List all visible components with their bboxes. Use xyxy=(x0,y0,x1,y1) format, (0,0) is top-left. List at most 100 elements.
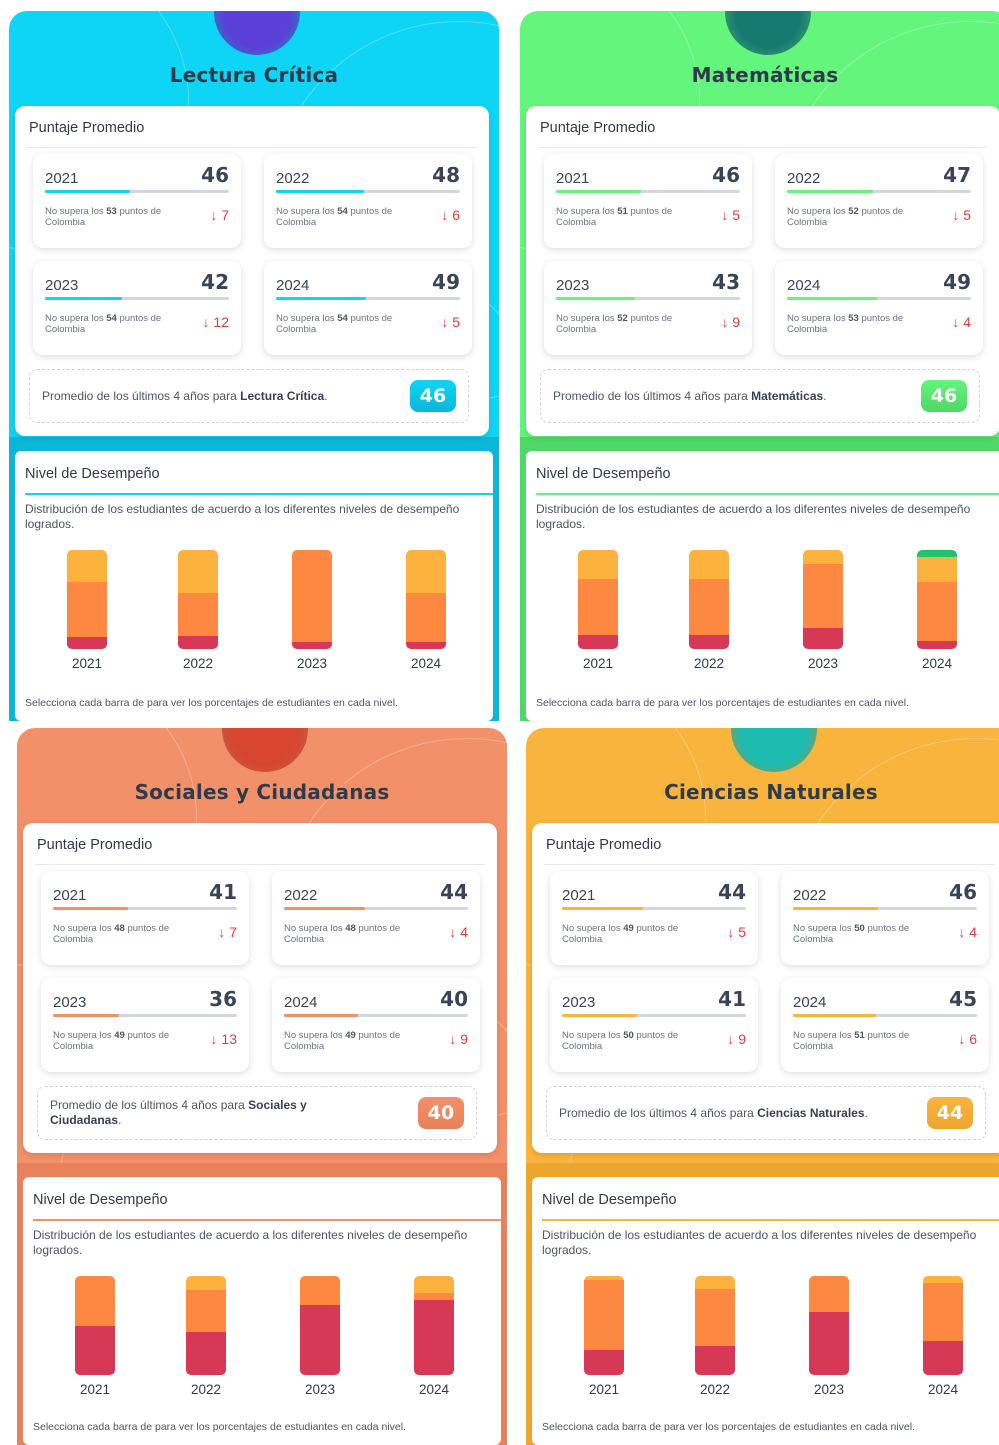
performance-bar-2024[interactable] xyxy=(923,1276,963,1375)
average-score: 46 xyxy=(201,163,229,187)
performance-level-segment[interactable] xyxy=(578,550,618,579)
performance-level-segment[interactable] xyxy=(414,1292,454,1300)
performance-level-segment[interactable] xyxy=(917,581,957,642)
performance-bar-2024[interactable] xyxy=(917,550,957,649)
year-score-card[interactable]: 2022 48 No supera los 54 puntos de Colombi… xyxy=(264,154,472,248)
performance-level-segment[interactable] xyxy=(803,628,843,649)
performance-level-segment[interactable] xyxy=(178,592,218,637)
year-label: 2022 xyxy=(793,887,827,904)
bar-year-label: 2024 xyxy=(418,1382,450,1397)
performance-level-segment[interactable] xyxy=(689,550,729,579)
score-card: Puntaje Promedio 2021 44 No supera los 49 p… xyxy=(532,823,999,1153)
average-score: 49 xyxy=(943,270,971,294)
performance-level-segment[interactable] xyxy=(917,641,957,649)
performance-bar-2022[interactable] xyxy=(689,550,729,649)
year-score-card[interactable]: 2024 40 No supera los 49 puntos de Colombi… xyxy=(272,978,480,1072)
colombia-comparison: No supera los 54 puntos de Colombia xyxy=(276,206,424,228)
average-subject-name: Lectura Crítica xyxy=(240,388,325,403)
performance-level-segment[interactable] xyxy=(689,635,729,649)
performance-level-segment[interactable] xyxy=(406,592,446,643)
year-score-card[interactable]: 2024 49 No supera los 53 puntos de Colombi… xyxy=(775,261,983,355)
average-text: Promedio de los últimos 4 años para Cien… xyxy=(559,1105,868,1120)
year-score-card[interactable]: 2022 46 No supera los 50 puntos de Colombi… xyxy=(781,871,989,965)
performance-level-segment[interactable] xyxy=(186,1289,226,1333)
performance-level-segment[interactable] xyxy=(578,578,618,636)
performance-level-segment[interactable] xyxy=(186,1332,226,1375)
performance-level-segment[interactable] xyxy=(689,578,729,636)
performance-level-segment[interactable] xyxy=(406,550,446,593)
performance-level-segment[interactable] xyxy=(300,1276,340,1305)
performance-level-segment[interactable] xyxy=(186,1276,226,1290)
comparison-prefix: No supera los xyxy=(45,206,104,217)
performance-level-segment[interactable] xyxy=(178,636,218,649)
performance-level-segment[interactable] xyxy=(695,1288,735,1347)
performance-bar-2021[interactable] xyxy=(578,550,618,649)
year-score-card[interactable]: 2022 44 No supera los 48 puntos de Colombi… xyxy=(272,871,480,965)
performance-level-segment[interactable] xyxy=(695,1276,735,1289)
performance-bar-2024[interactable] xyxy=(414,1276,454,1375)
average-prefix: Promedio de los últimos 4 años para xyxy=(553,388,748,403)
performance-level-segment[interactable] xyxy=(809,1311,849,1375)
performance-bar-2023[interactable] xyxy=(809,1276,849,1375)
year-score-card[interactable]: 2021 41 No supera los 48 puntos de Colombi… xyxy=(41,871,249,965)
performance-level-segment[interactable] xyxy=(67,637,107,649)
performance-level-segment[interactable] xyxy=(923,1341,963,1375)
score-gap: ↓ 7 xyxy=(218,924,237,940)
performance-level-segment[interactable] xyxy=(803,563,843,629)
year-score-card[interactable]: 2021 46 No supera los 51 puntos de Colombi… xyxy=(544,154,752,248)
performance-level-segment[interactable] xyxy=(923,1282,963,1342)
performance-bar-2023[interactable] xyxy=(292,550,332,649)
performance-level-segment[interactable] xyxy=(300,1304,340,1375)
performance-bar-2022[interactable] xyxy=(695,1276,735,1375)
comparison-prefix: No supera los xyxy=(562,1030,621,1041)
performance-bar-2024[interactable] xyxy=(406,550,446,649)
year-score-card[interactable]: 2023 41 No supera los 50 puntos de Colombi… xyxy=(550,978,758,1072)
performance-level-segment[interactable] xyxy=(67,581,107,638)
performance-level-segment[interactable] xyxy=(923,1276,963,1283)
performance-level-segment[interactable] xyxy=(917,556,957,582)
year-score-card[interactable]: 2024 49 No supera los 54 puntos de Colombi… xyxy=(264,261,472,355)
performance-level-card: Nivel de Desempeño Distribución de los es… xyxy=(15,451,493,721)
year-score-card[interactable]: 2021 44 No supera los 49 puntos de Colombi… xyxy=(550,871,758,965)
performance-description: Distribución de los estudiantes de acuer… xyxy=(542,1228,977,1257)
four-year-average: Promedio de los últimos 4 años para Lect… xyxy=(29,369,469,423)
year-score-card[interactable]: 2023 42 No supera los 54 puntos de Colombi… xyxy=(33,261,241,355)
divider xyxy=(538,147,988,148)
performance-bar-2021[interactable] xyxy=(67,550,107,649)
performance-bar-2023[interactable] xyxy=(803,550,843,649)
performance-level-segment[interactable] xyxy=(178,550,218,593)
performance-level-segment[interactable] xyxy=(414,1276,454,1293)
performance-bar-2022[interactable] xyxy=(186,1276,226,1375)
score-progress-fill xyxy=(793,907,878,910)
performance-bar-2022[interactable] xyxy=(178,550,218,649)
year-score-card[interactable]: 2024 45 No supera los 51 puntos de Colombi… xyxy=(781,978,989,1072)
performance-level-segment[interactable] xyxy=(803,550,843,564)
performance-level-segment[interactable] xyxy=(292,642,332,649)
performance-level-segment[interactable] xyxy=(75,1325,115,1375)
performance-level-segment[interactable] xyxy=(292,550,332,643)
performance-level-segment[interactable] xyxy=(695,1346,735,1375)
performance-level-segment[interactable] xyxy=(809,1276,849,1312)
performance-bar-2023[interactable] xyxy=(300,1276,340,1375)
performance-level-segment[interactable] xyxy=(584,1350,624,1375)
year-score-card[interactable]: 2021 46 No supera los 53 puntos de Colombi… xyxy=(33,154,241,248)
arrow-down-icon: ↓ xyxy=(202,314,210,330)
performance-level-segment[interactable] xyxy=(67,550,107,582)
year-score-card[interactable]: 2023 43 No supera los 52 puntos de Colombi… xyxy=(544,261,752,355)
performance-level-segment[interactable] xyxy=(414,1299,454,1375)
year-score-card[interactable]: 2023 36 No supera los 49 puntos de Colombi… xyxy=(41,978,249,1072)
score-progress-fill xyxy=(284,907,365,910)
performance-level-card: Nivel de Desempeño Distribución de los es… xyxy=(23,1177,501,1445)
performance-level-segment[interactable] xyxy=(75,1276,115,1326)
performance-level-segment[interactable] xyxy=(578,635,618,649)
performance-bar-2021[interactable] xyxy=(75,1276,115,1375)
colombia-comparison: No supera los 50 puntos de Colombia xyxy=(793,923,941,945)
performance-level-segment[interactable] xyxy=(584,1279,624,1351)
performance-level-segment[interactable] xyxy=(917,550,957,557)
performance-level-segment[interactable] xyxy=(406,642,446,649)
year-label: 2024 xyxy=(284,994,318,1011)
colombia-score: 54 xyxy=(106,313,117,324)
year-score-card[interactable]: 2022 47 No supera los 52 puntos de Colombi… xyxy=(775,154,983,248)
performance-bar-2021[interactable] xyxy=(584,1276,624,1375)
gap-value: 13 xyxy=(221,1031,237,1047)
